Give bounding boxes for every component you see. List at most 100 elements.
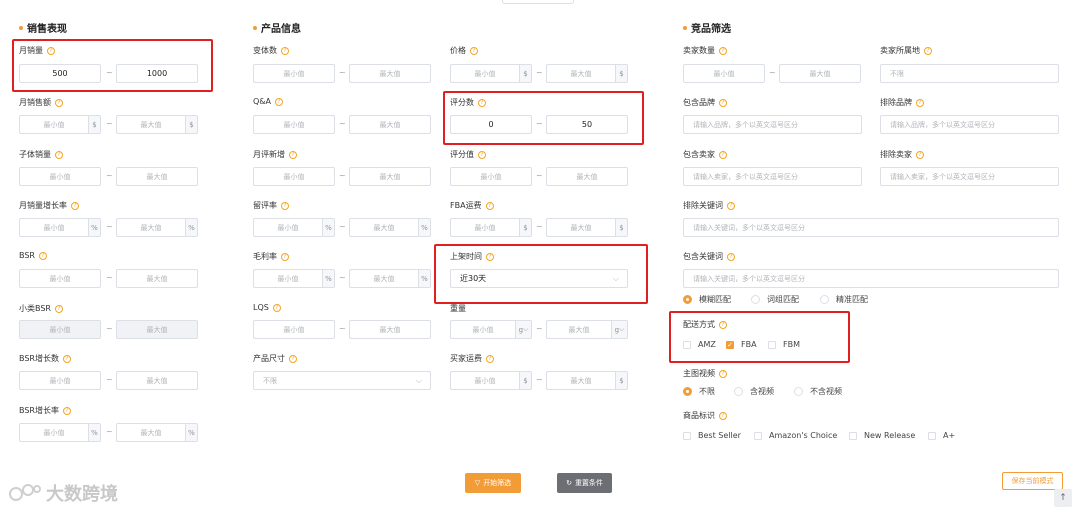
size-select[interactable]: 不限 ⌵ [253, 371, 431, 390]
rating-value-min-input[interactable]: 最小值 [450, 167, 532, 186]
exclude-brand-input[interactable]: 请输入品牌，多个以英文逗号区分 [880, 115, 1059, 134]
review-rate-max-input[interactable]: 最大值% [349, 218, 431, 237]
help-icon[interactable]: ? [289, 354, 297, 363]
monthly-new-reviews-max-input[interactable]: 最大值 [349, 167, 431, 186]
match-mode-fuzzy[interactable]: 模糊匹配 [683, 294, 731, 305]
weight-unit-select[interactable]: g ⌵ [515, 321, 531, 338]
include-seller-input[interactable]: 请输入卖家，多个以英文逗号区分 [683, 167, 862, 186]
help-icon[interactable]: ? [916, 150, 924, 159]
monthly-revenue-max-input[interactable]: 最大值 $ [116, 115, 198, 134]
help-icon[interactable]: ? [281, 201, 289, 210]
gross-margin-max-input[interactable]: 最大值% [349, 269, 431, 288]
help-icon[interactable]: ? [719, 411, 727, 420]
include-brand-input[interactable]: 请输入品牌，多个以英文逗号区分 [683, 115, 862, 134]
help-icon[interactable]: ? [727, 252, 735, 261]
delivery-option-amz[interactable]: AMZ [683, 340, 716, 349]
buyer-shipping-min-input[interactable]: 最小值 $ [450, 371, 532, 390]
help-icon[interactable]: ? [924, 46, 932, 55]
monthly-sales-max-input[interactable]: 1000 [116, 64, 198, 83]
delivery-option-fba[interactable]: ✓ FBA [726, 340, 757, 349]
help-icon[interactable]: ? [916, 98, 924, 107]
help-icon[interactable]: ? [55, 150, 63, 159]
seller-location-select[interactable]: 不限 [880, 64, 1059, 83]
fba-fee-max-input[interactable]: 最大值 $ [546, 218, 628, 237]
monthly-growth-max-input[interactable]: 最大值% [116, 218, 198, 237]
seller-count-max-input[interactable]: 最大值 [779, 64, 861, 83]
help-icon[interactable]: ? [719, 150, 727, 159]
review-rate-min-input[interactable]: 最小值% [253, 218, 335, 237]
main-video-option-with[interactable]: 含视频 [734, 386, 774, 397]
help-icon[interactable]: ? [55, 98, 63, 107]
lqs-max-input[interactable]: 最大值 [349, 320, 431, 339]
help-icon[interactable]: ? [281, 46, 289, 55]
match-mode-phrase[interactable]: 词组匹配 [751, 294, 799, 305]
help-icon[interactable]: ? [54, 304, 63, 313]
tag-new-release[interactable]: New Release [849, 431, 915, 440]
help-icon[interactable]: ? [719, 98, 727, 107]
rating-count-min-input[interactable]: 0 [450, 115, 532, 134]
help-icon[interactable]: ? [485, 201, 494, 210]
help-icon[interactable]: ? [719, 369, 727, 378]
monthly-new-reviews-min-input[interactable]: 最小值 [253, 167, 335, 186]
bsr-growth-count-min-input[interactable]: 最小值 [19, 371, 101, 390]
help-icon[interactable]: ? [486, 354, 494, 363]
help-icon[interactable]: ? [47, 46, 55, 55]
fba-fee-min-input[interactable]: 最小值 $ [450, 218, 532, 237]
price-min-input[interactable]: 最小值 $ [450, 64, 532, 83]
bsr-growth-rate-min-input[interactable]: 最小值% [19, 423, 101, 442]
help-icon[interactable]: ? [275, 97, 284, 106]
launch-time-select[interactable]: 近30天 ⌵ [450, 269, 628, 288]
help-icon[interactable]: ? [281, 252, 289, 261]
include-keyword-input[interactable]: 请输入关键词，多个以英文逗号区分 [683, 269, 1059, 288]
monthly-growth-min-input[interactable]: 最小值% [19, 218, 101, 237]
help-icon[interactable]: ? [486, 252, 494, 261]
help-icon[interactable]: ? [289, 150, 297, 159]
help-icon[interactable]: ? [470, 46, 478, 55]
tag-amazons-choice[interactable]: Amazon's Choice [754, 431, 837, 440]
monthly-sales-min-input[interactable]: 500 [19, 64, 101, 83]
child-sales-min-input[interactable]: 最小值 [19, 167, 101, 186]
variants-min-input[interactable]: 最小值 [253, 64, 335, 83]
bsr-min-input[interactable]: 最小值 [19, 269, 101, 288]
bsr-growth-rate-max-input[interactable]: 最大值% [116, 423, 198, 442]
back-to-top-icon[interactable]: ↑ [1054, 489, 1072, 507]
help-icon[interactable]: ? [719, 46, 727, 55]
exclude-keyword-input[interactable]: 请输入关键词，多个以英文逗号区分 [683, 218, 1059, 237]
tag-best-seller[interactable]: Best Seller [683, 431, 741, 440]
monthly-revenue-min-input[interactable]: 最小值 $ [19, 115, 101, 134]
save-mode-button[interactable]: 保存当前模式 [1002, 472, 1063, 490]
main-video-option-any[interactable]: 不限 [683, 386, 715, 397]
help-icon[interactable]: ? [478, 150, 486, 159]
main-video-option-without[interactable]: 不含视频 [794, 386, 842, 397]
buyer-shipping-max-input[interactable]: 最大值 $ [546, 371, 628, 390]
match-mode-exact[interactable]: 精准匹配 [820, 294, 868, 305]
bsr-max-input[interactable]: 最大值 [116, 269, 198, 288]
exclude-seller-input[interactable]: 请输入卖家，多个以英文逗号区分 [880, 167, 1059, 186]
child-sales-max-input[interactable]: 最大值 [116, 167, 198, 186]
gross-margin-min-input[interactable]: 最小值% [253, 269, 335, 288]
help-icon[interactable]: ? [727, 201, 735, 210]
rating-value-max-input[interactable]: 最大值 [546, 167, 628, 186]
weight-max-input[interactable]: 最大值 g ⌵ [546, 320, 628, 339]
variants-max-input[interactable]: 最大值 [349, 64, 431, 83]
weight-unit-select[interactable]: g ⌵ [611, 321, 627, 338]
price-max-input[interactable]: 最大值 $ [546, 64, 628, 83]
bsr-growth-count-max-input[interactable]: 最大值 [116, 371, 198, 390]
qa-max-input[interactable]: 最大值 [349, 115, 431, 134]
help-icon[interactable]: ? [719, 320, 727, 329]
help-icon[interactable]: ? [71, 201, 79, 210]
rating-count-max-input[interactable]: 50 [546, 115, 628, 134]
reset-button[interactable]: ↻ 重置条件 [557, 473, 612, 493]
weight-min-input[interactable]: 最小值 g ⌵ [450, 320, 532, 339]
tag-a-plus[interactable]: A+ [928, 431, 955, 440]
lqs-min-input[interactable]: 最小值 [253, 320, 335, 339]
help-icon[interactable]: ? [478, 98, 486, 107]
qa-min-input[interactable]: 最小值 [253, 115, 335, 134]
start-filter-button[interactable]: ▽ 开始筛选 [465, 473, 521, 493]
help-icon[interactable]: ? [62, 406, 71, 415]
delivery-option-fbm[interactable]: FBM [768, 340, 800, 349]
seller-count-min-input[interactable]: 最小值 [683, 64, 765, 83]
help-icon[interactable]: ? [272, 303, 281, 312]
help-icon[interactable]: ? [38, 251, 47, 260]
help-icon[interactable]: ? [62, 354, 71, 363]
